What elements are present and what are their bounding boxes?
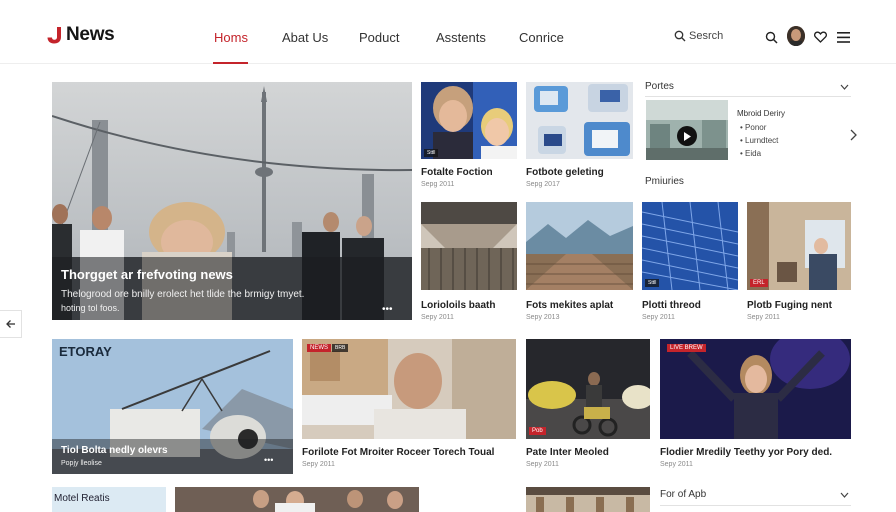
card-date: Sepy 2011 <box>642 314 675 321</box>
card-date: Sepy 2013 <box>526 314 560 321</box>
card-etoray[interactable]: ETORAY Tiol Bolta nedly olevrs Popjy lle… <box>52 339 293 474</box>
card-deleting-image[interactable] <box>526 82 633 159</box>
card-date: Sepy 2011 <box>302 461 335 468</box>
hero-title[interactable]: Thorgget ar frefvoting news <box>61 267 233 282</box>
card-title[interactable]: Plotti threod <box>642 300 701 311</box>
card-title[interactable]: Flodier Mredily Teethy yor Pory ded. <box>660 447 832 458</box>
card-badge: LIVE BREW <box>667 344 706 352</box>
chevron-down-icon[interactable] <box>840 84 849 90</box>
card-label: Motel Reatis <box>54 493 110 504</box>
card-title[interactable]: Fots mekites aplat <box>526 300 613 311</box>
people-photo <box>421 82 517 159</box>
card-badge: ERL <box>750 279 768 287</box>
motorbike-photo <box>526 339 650 439</box>
card-faction-title[interactable]: Fotalte Foction <box>421 167 493 178</box>
more-options-icon[interactable]: ••• <box>264 455 273 465</box>
interior-photo <box>747 202 851 290</box>
card-label: ETORAY <box>59 344 112 359</box>
search-icon <box>674 30 686 42</box>
card-title[interactable]: Plotb Fuging nent <box>747 300 832 311</box>
logo-mark-icon <box>47 27 61 44</box>
panel-item-label: Eida <box>745 149 762 158</box>
group-photo <box>175 487 419 512</box>
devices-photo <box>526 82 633 159</box>
panel-item-title[interactable]: Mbroid Deriry <box>737 109 785 118</box>
card-image[interactable]: ERL <box>747 202 851 290</box>
card-image[interactable] <box>421 202 517 290</box>
architecture-photo <box>421 202 517 290</box>
site-logo[interactable]: News <box>46 24 115 46</box>
hero-image <box>52 82 412 320</box>
portrait-photo <box>302 339 516 439</box>
nav-contact[interactable]: Conrice <box>519 30 564 45</box>
panel-item[interactable]: • Lurndtect <box>740 136 778 145</box>
card-title[interactable]: Lorioloils baath <box>421 300 495 311</box>
card-tag: Sttll <box>424 149 439 157</box>
card-tag: Sttll <box>645 279 660 287</box>
user-avatar[interactable] <box>787 26 805 46</box>
section-label[interactable]: For of Apb <box>660 489 706 500</box>
nav-product[interactable]: Poduct <box>359 30 399 45</box>
chevron-right-icon[interactable] <box>850 129 857 141</box>
card-tag: BRB <box>332 344 349 352</box>
card-image[interactable] <box>175 487 419 512</box>
card-image[interactable]: Pob <box>526 339 650 439</box>
card-image[interactable]: Sttll <box>642 202 738 290</box>
nav-active-indicator <box>213 62 248 64</box>
panel-item-label: Ponor <box>745 123 767 132</box>
panel-item-label: Lurndtect <box>745 136 779 145</box>
card-date: Sepy 2011 <box>660 461 693 468</box>
avatar-face-icon <box>787 26 805 46</box>
card-image[interactable]: LIVE BREW <box>660 339 851 439</box>
card-date: Popjy lleolise <box>61 460 102 467</box>
more-options-icon[interactable]: ••• <box>382 304 393 315</box>
search-label: Sesrch <box>689 30 724 42</box>
card-date: Sepy 2011 <box>421 314 454 321</box>
card-image[interactable] <box>526 202 633 290</box>
section-pmiuries-label[interactable]: Pmiuries <box>645 176 684 187</box>
card-title[interactable]: Tiol Bolta nedly olevrs <box>61 445 168 456</box>
card-faction-image[interactable]: Sttll <box>421 82 517 159</box>
card-badge: Pob <box>529 427 546 435</box>
card-image[interactable] <box>526 487 650 512</box>
play-icon <box>684 131 691 141</box>
card-faction-date: Sepg 2011 <box>421 181 455 188</box>
panel-item[interactable]: • Eida <box>740 149 761 158</box>
card-badge: NEWS <box>307 344 331 352</box>
panel-item[interactable]: • Ponor <box>740 123 766 132</box>
section-portes-label[interactable]: Portes <box>645 81 674 92</box>
nav-about[interactable]: Abat Us <box>282 30 328 45</box>
divider <box>660 505 851 506</box>
hero-text-line1: Thelogrood ore bnilly erolect het tlide … <box>61 289 305 300</box>
site-header: News Homs Abat Us Poduct Asstents Conric… <box>0 0 896 64</box>
card-deleting-date: Sepg 2017 <box>526 181 560 188</box>
search-icon[interactable] <box>765 31 778 44</box>
nav-home[interactable]: Homs <box>214 30 248 45</box>
card-date: Sepy 2011 <box>526 461 559 468</box>
card-motel[interactable]: Motel Reatis <box>52 487 166 512</box>
speaker-photo <box>660 339 851 439</box>
landscape-photo <box>526 202 633 290</box>
play-button[interactable] <box>677 126 697 146</box>
hero-text-line2: hoting tol foos. <box>61 303 120 313</box>
logo-text: News <box>66 24 115 45</box>
arrow-left-icon <box>5 320 15 328</box>
card-date: Sepy 2011 <box>747 314 780 321</box>
heart-icon[interactable] <box>814 31 827 43</box>
card-image[interactable]: NEWS BRB <box>302 339 516 439</box>
hero-card[interactable]: Thorgget ar frefvoting news Thelogrood o… <box>52 82 412 320</box>
server-photo <box>642 202 738 290</box>
search-button[interactable]: Sesrch <box>674 30 723 42</box>
hall-photo <box>526 487 650 512</box>
chevron-down-icon[interactable] <box>840 492 849 498</box>
divider <box>645 96 851 97</box>
nav-assets[interactable]: Asstents <box>436 30 486 45</box>
card-deleting-title[interactable]: Fotbote geleting <box>526 167 604 178</box>
back-tab-button[interactable] <box>0 310 22 338</box>
card-title[interactable]: Forilote Fot Mroiter Roceer Torech Toual <box>302 447 494 458</box>
video-thumbnail[interactable] <box>646 100 728 160</box>
card-title[interactable]: Pate Inter Meoled <box>526 447 609 458</box>
menu-icon[interactable] <box>837 32 850 43</box>
